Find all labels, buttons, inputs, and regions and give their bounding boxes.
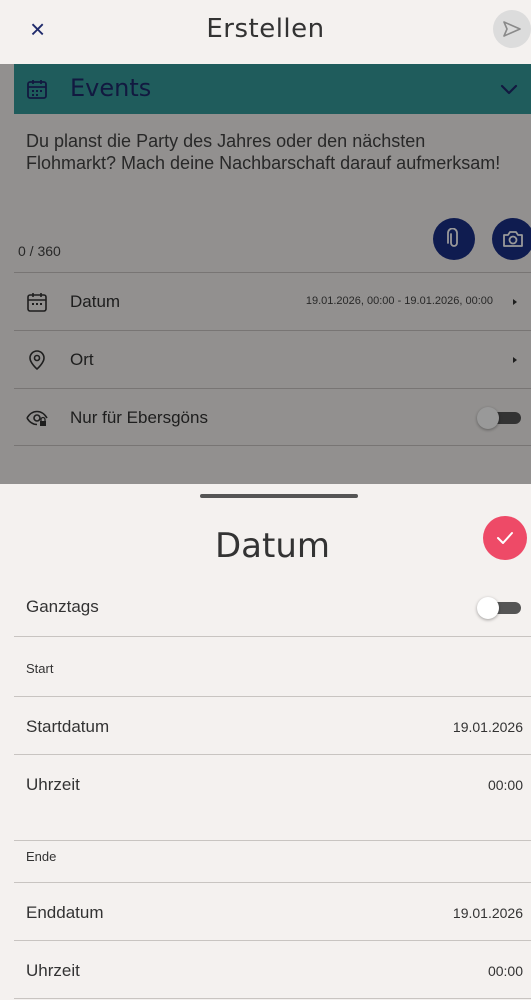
- send-icon: [503, 21, 521, 37]
- start-time-row[interactable]: Uhrzeit 00:00: [14, 755, 531, 841]
- start-section-label: Start: [26, 661, 54, 676]
- modal-backdrop[interactable]: [0, 64, 531, 484]
- allday-toggle[interactable]: [477, 597, 521, 619]
- start-date-row[interactable]: Startdatum 19.01.2026: [14, 697, 531, 755]
- page-title: Erstellen: [206, 14, 325, 44]
- toggle-knob: [477, 597, 499, 619]
- checkmark-icon: [497, 532, 513, 544]
- start-time-value: 00:00: [487, 777, 523, 793]
- start-date-label: Startdatum: [26, 717, 110, 736]
- sheet-drag-handle[interactable]: [200, 494, 358, 498]
- end-date-value: 19.01.2026: [452, 905, 523, 921]
- start-section-header: Start: [14, 637, 531, 697]
- allday-label: Ganztags: [26, 597, 99, 616]
- date-bottom-sheet: Datum Ganztags Start Startdatum 19.01.20…: [14, 484, 531, 1000]
- end-time-label: Uhrzeit: [26, 961, 80, 980]
- end-date-row[interactable]: Enddatum 19.01.2026: [14, 883, 531, 941]
- end-time-value: 00:00: [487, 963, 523, 979]
- confirm-button[interactable]: [483, 516, 527, 560]
- end-section-label: Ende: [26, 849, 57, 864]
- allday-row: Ganztags: [14, 577, 531, 637]
- end-date-label: Enddatum: [26, 903, 104, 922]
- send-button[interactable]: [493, 10, 531, 48]
- top-bar: × Erstellen: [0, 0, 531, 58]
- end-section-header: Ende: [14, 841, 531, 883]
- sheet-title: Datum: [214, 526, 330, 566]
- end-time-row[interactable]: Uhrzeit 00:00: [14, 941, 531, 999]
- start-time-label: Uhrzeit: [26, 775, 80, 794]
- start-date-value: 19.01.2026: [452, 719, 523, 735]
